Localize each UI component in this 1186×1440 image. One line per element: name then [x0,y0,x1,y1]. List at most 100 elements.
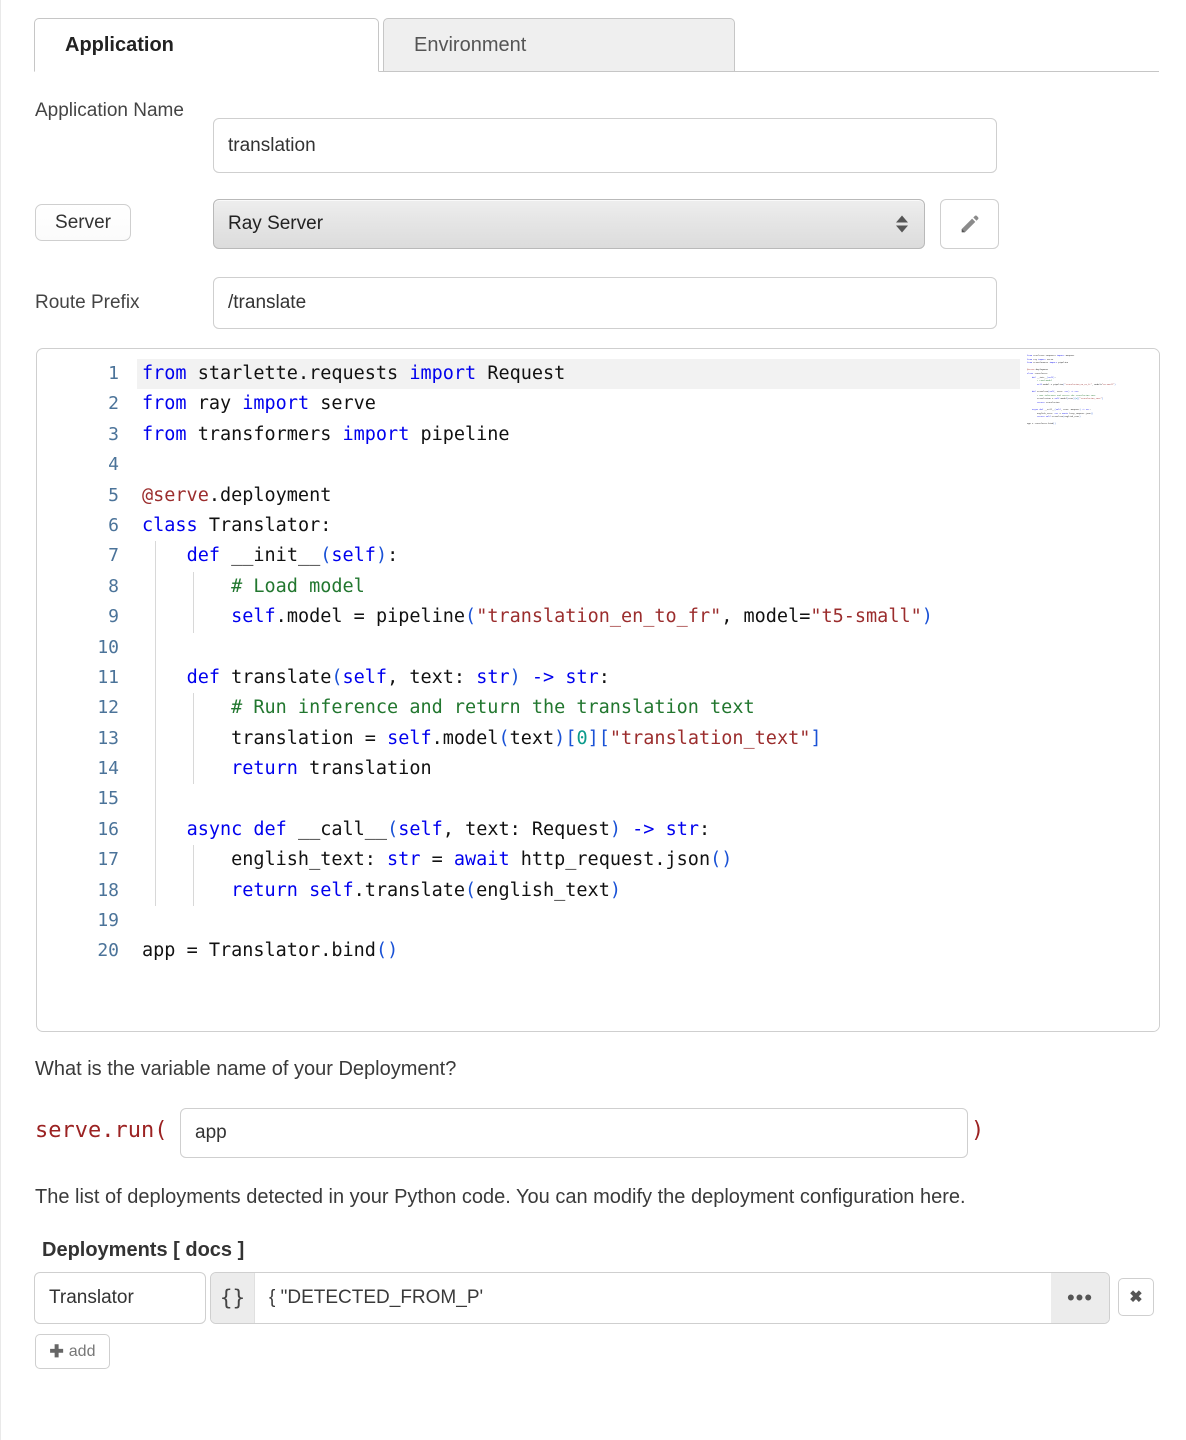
code-line[interactable]: 17 english_text: str = await http_reques… [37,845,1020,876]
code-line-content: self.model = pipeline("translation_en_to… [137,602,1020,633]
code-lines[interactable]: 1 from starlette.requests import Request 2… [37,359,1020,967]
code-line-content: async def __call__(self, text: Request) … [137,814,1020,846]
code-line[interactable]: 13 translation = self.model(text)[0]["tr… [37,723,1020,755]
deployment-config-more-button[interactable]: ••• [1051,1273,1109,1323]
code-line-content [137,784,1020,815]
code-line-content: def translate(self, text: str) -> str: [137,662,1020,694]
code-line[interactable]: 3 from transformers import pipeline [37,420,1020,450]
route-prefix-label: Route Prefix [35,292,140,313]
serve-run-suffix-label: ) [971,1118,985,1143]
code-line[interactable]: 11 def translate(self, text: str) -> str… [37,662,1020,694]
code-text: @serve.deployment [142,484,332,506]
code-area[interactable]: 1 from starlette.requests import Request 2… [37,349,1020,1031]
code-line-content: class Translator: [137,511,1020,541]
code-line[interactable]: 19 [37,906,1020,936]
pencil-icon [961,215,978,233]
code-line-content: def __init__(self): [137,541,1020,572]
code-text: async def __call__(self, text: Request) … [186,818,711,840]
add-deployment-label: add [68,1342,96,1360]
json-braces-icon: {} [211,1273,255,1323]
close-icon: ✖ [1129,1289,1143,1306]
code-text: translation = self.model(text)[0]["trans… [231,727,822,749]
code-line-content: from starlette.requests import Request [137,359,1020,390]
line-number: 2 [108,393,119,415]
line-number: 20 [97,940,119,962]
add-deployment-button[interactable]: ✚ add [35,1334,110,1369]
code-line[interactable]: 14 return translation [37,754,1020,785]
code-text: return self.translate(english_text) [231,879,621,901]
code-line[interactable]: 20 app = Translator.bind() [37,936,1020,966]
code-text: self.model = pipeline("translation_en_to… [231,606,933,628]
line-number: 15 [97,788,119,810]
application-name-label: Application Name [35,100,184,121]
line-number: 11 [97,666,119,688]
line-number: 6 [108,514,119,536]
server-button[interactable]: Server [35,204,131,241]
line-number: 8 [108,575,119,597]
code-line-content: translation = self.model(text)[0]["trans… [137,723,1020,755]
server-button-label: Server [55,211,111,233]
code-line-content: @serve.deployment [137,481,1020,511]
code-line[interactable]: 9 self.model = pipeline("translation_en_… [37,602,1020,633]
code-line[interactable]: 6 class Translator: [37,511,1020,541]
line-number: 19 [97,910,119,932]
deployments-description: The list of deployments detected in your… [35,1186,966,1208]
code-text: def translate(self, text: str) -> str: [186,666,610,688]
code-minimap[interactable]: from starlette.requests import Request f… [1021,349,1159,1031]
python-code-editor[interactable]: 1 from starlette.requests import Request 2… [36,348,1160,1032]
code-text: return translation [231,758,432,780]
remove-deployment-button[interactable]: ✖ [1118,1278,1154,1316]
ray-serve-application-config-page: Application Environment Application Name… [1,0,1186,1440]
code-line-content: from ray import serve [137,389,1020,419]
line-number: 14 [97,758,119,780]
code-line[interactable]: 15 [37,784,1020,815]
code-line[interactable]: 16 async def __call__(self, text: Reques… [37,814,1020,846]
line-number: 13 [97,727,119,749]
line-number: 7 [108,545,119,567]
line-number: 16 [97,818,119,840]
line-number: 10 [97,636,119,658]
application-name-input[interactable]: translation [213,118,997,173]
code-text: english_text: str = await http_request.j… [231,849,733,871]
code-text: def __init__(self): [186,545,399,567]
code-line[interactable]: 1 from starlette.requests import Request [37,359,1020,390]
line-number: 18 [97,879,119,901]
line-number: 17 [97,849,119,871]
code-line[interactable]: 18 return self.translate(english_text) [37,875,1020,907]
tab-application-label: Application [65,33,174,56]
deployment-variable-input[interactable]: app [180,1108,968,1158]
deployment-config-input[interactable]: {} { "DETECTED_FROM_P' ••• [210,1272,1110,1324]
tab-application[interactable]: Application [34,18,379,72]
code-line[interactable]: 4 [37,450,1020,480]
code-line-content [137,906,1020,936]
code-line-content: return translation [137,754,1020,785]
edit-server-button[interactable] [940,199,999,249]
code-line-content [137,632,1020,663]
serve-run-prefix-label: serve.run( [35,1118,168,1143]
deployment-variable-question: What is the variable name of your Deploy… [35,1058,457,1080]
minimap-content: from starlette.requests import Request f… [1027,354,1116,426]
code-line[interactable]: 12 # Run inference and return the transl… [37,693,1020,724]
line-number: 5 [108,484,119,506]
select-stepper-arrows-icon [896,215,908,233]
code-line[interactable]: 8 # Load model [37,571,1020,603]
line-number: 12 [97,697,119,719]
code-line-content [137,450,1020,480]
server-select[interactable]: Ray Server [213,199,925,249]
tab-environment[interactable]: Environment [383,18,735,72]
deployment-name-input[interactable]: Translator [34,1272,206,1324]
code-line-content: # Run inference and return the translati… [137,693,1020,724]
code-line[interactable]: 7 def __init__(self): [37,541,1020,572]
tab-bar: Application Environment [34,18,1159,72]
line-number: 1 [108,363,119,384]
code-text: app = Translator.bind() [142,940,399,962]
code-line[interactable]: 5 @serve.deployment [37,481,1020,511]
code-line[interactable]: 2 from ray import serve [37,389,1020,419]
code-line[interactable]: 10 [37,632,1020,663]
code-text: from ray import serve [142,393,376,415]
code-text: from transformers import pipeline [142,423,510,445]
line-number: 3 [108,423,119,445]
line-number: 4 [108,454,119,476]
route-prefix-input[interactable]: /translate [213,277,997,329]
code-text: # Load model [231,575,365,597]
